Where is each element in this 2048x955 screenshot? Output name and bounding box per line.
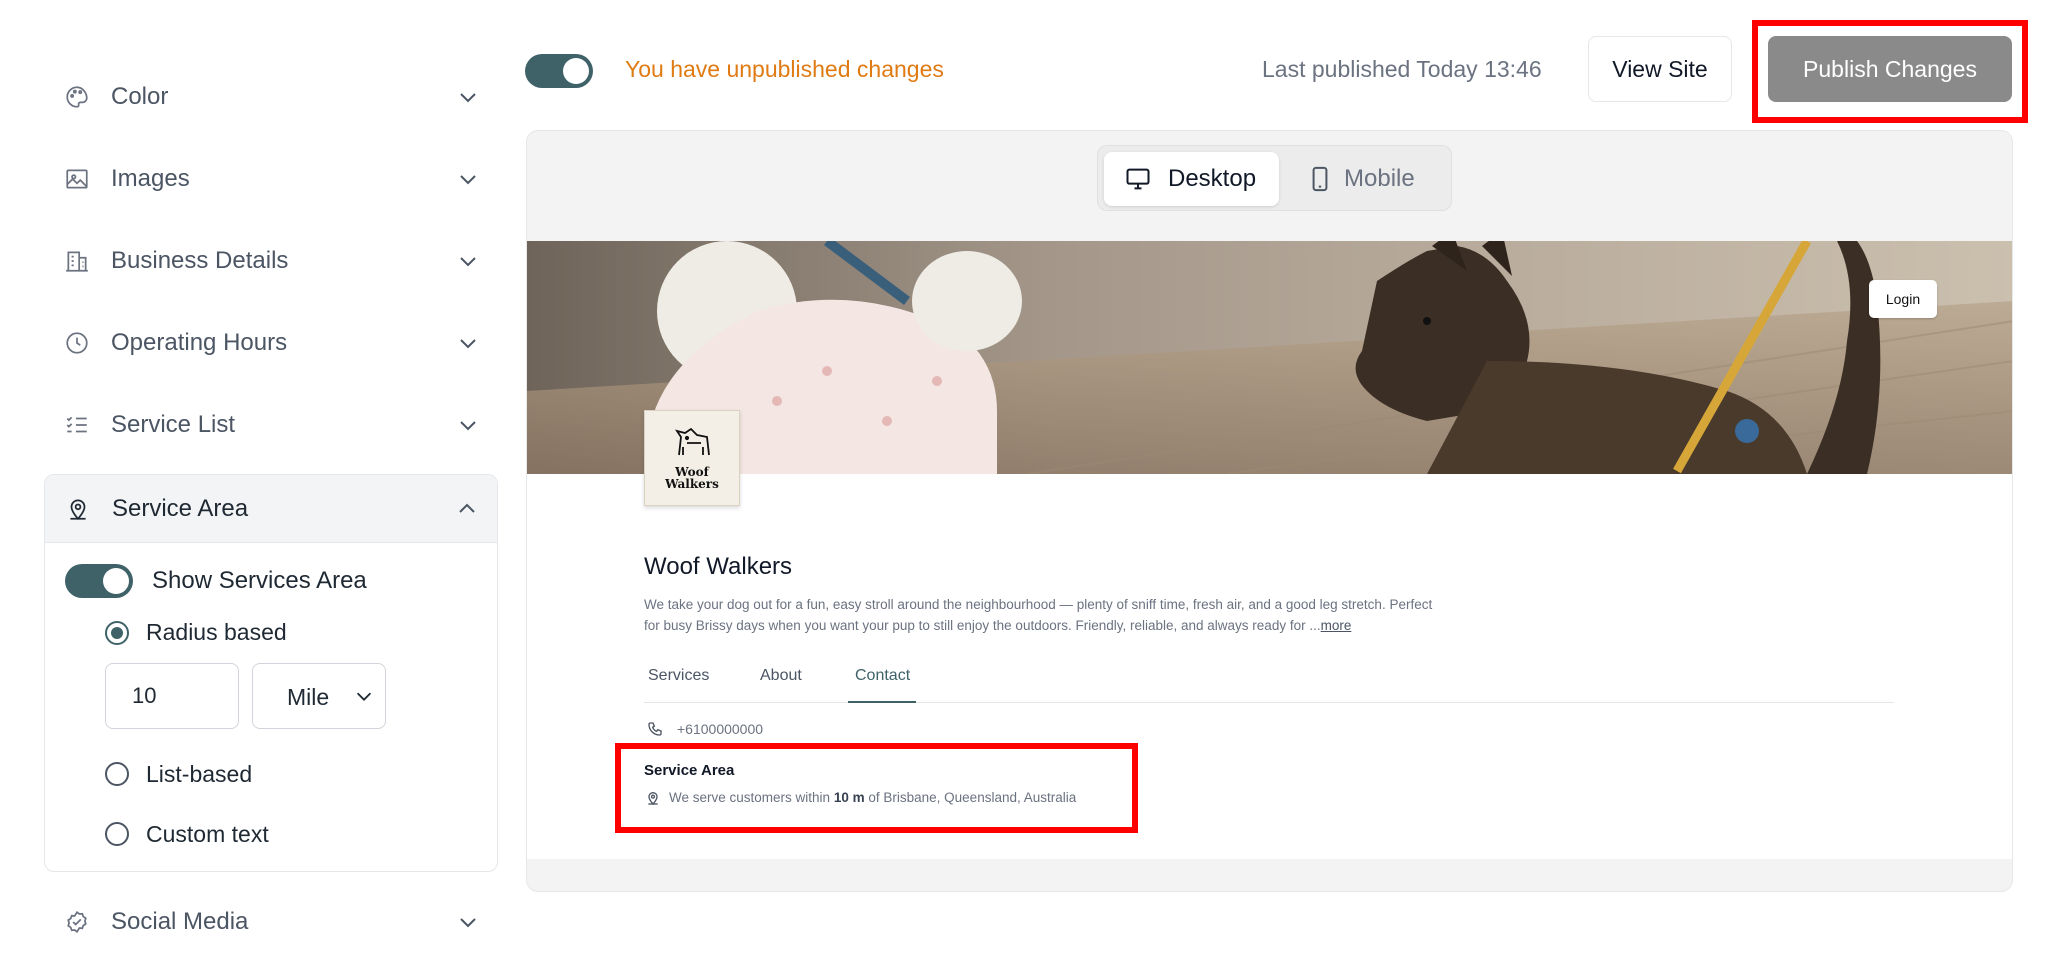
service-area-prefix: We serve customers within xyxy=(669,790,831,805)
tab-contact[interactable]: Contact xyxy=(855,667,910,685)
show-service-area-toggle[interactable] xyxy=(65,564,133,598)
clock-icon xyxy=(66,332,88,354)
smartphone-icon xyxy=(1312,166,1328,192)
hero-image xyxy=(527,241,2012,474)
custom-text-label: Custom text xyxy=(146,821,269,847)
sidebar-section-label: Service Area xyxy=(112,495,249,522)
sidebar-section-business-details[interactable]: Business Details xyxy=(44,228,498,294)
chevron-down-icon xyxy=(460,421,476,431)
sidebar-section-operating-hours[interactable]: Operating Hours xyxy=(44,310,498,376)
tab-about[interactable]: About xyxy=(760,667,802,685)
sidebar-section-social-media[interactable]: Social Media xyxy=(44,889,498,955)
service-area-panel: Service Area Show Services Area Radius b… xyxy=(44,474,498,872)
phone-number: +6100000000 xyxy=(677,721,764,737)
business-name: Woof Walkers xyxy=(644,553,793,580)
dog-logo-icon xyxy=(674,427,710,456)
active-tab-indicator xyxy=(848,701,916,703)
desktop-tab[interactable]: Desktop xyxy=(1104,152,1279,206)
mobile-tab[interactable]: Mobile xyxy=(1286,152,1446,206)
preview-toggle[interactable] xyxy=(525,54,593,88)
sidebar-section-label: Social Media xyxy=(111,908,249,935)
building-icon xyxy=(66,251,88,272)
sidebar-section-label: Service List xyxy=(111,411,236,438)
unpublished-changes-text: You have unpublished changes xyxy=(625,56,944,82)
desktop-tab-label: Desktop xyxy=(1168,165,1257,192)
sidebar-section-label: Images xyxy=(111,165,190,192)
description-line-1: We take your dog out for a fun, easy str… xyxy=(644,597,1433,612)
login-button[interactable]: Login xyxy=(1869,280,1937,318)
checklist-icon xyxy=(66,416,87,433)
chevron-down-icon xyxy=(460,918,476,928)
list-based-radio[interactable] xyxy=(105,762,129,786)
chevron-down-icon xyxy=(460,339,476,349)
device-switcher: Desktop Mobile xyxy=(1097,145,1452,211)
toggle-knob xyxy=(563,58,589,84)
radius-based-label: Radius based xyxy=(146,619,287,645)
description-line-2-text: for busy Brissy days when you want your … xyxy=(644,618,1321,633)
sidebar-section-service-list[interactable]: Service List xyxy=(44,392,498,458)
monitor-icon xyxy=(1126,168,1150,190)
chevron-down-icon xyxy=(353,685,375,707)
chevron-down-icon xyxy=(460,257,476,267)
phone-icon xyxy=(648,722,662,736)
service-area-suffix: of Brisbane, Queensland, Australia xyxy=(868,790,1077,805)
business-logo: Woof Walkers xyxy=(644,410,740,506)
show-service-area-label: Show Services Area xyxy=(152,567,367,594)
logo-text-line-2: Walkers xyxy=(665,477,719,491)
radius-based-radio[interactable] xyxy=(105,621,129,645)
sidebar-section-service-area[interactable]: Service Area xyxy=(45,475,497,543)
badge-check-icon xyxy=(67,911,87,933)
sidebar-section-images[interactable]: Images xyxy=(44,146,498,212)
list-based-label: List-based xyxy=(146,761,253,787)
description-line-2: for busy Brissy days when you want your … xyxy=(644,615,1524,636)
custom-text-radio[interactable] xyxy=(105,822,129,846)
chevron-down-icon xyxy=(460,175,476,185)
business-description: We take your dog out for a fun, easy str… xyxy=(644,594,1524,636)
palette-icon xyxy=(66,86,88,108)
sidebar-section-label: Color xyxy=(111,83,169,110)
more-link[interactable]: more xyxy=(1321,618,1352,633)
map-pin-icon xyxy=(648,792,658,805)
sidebar-section-label: Operating Hours xyxy=(111,329,288,356)
view-site-button[interactable]: View Site xyxy=(1588,36,1732,102)
radius-unit-value: Mile xyxy=(287,684,330,710)
chevron-up-icon xyxy=(459,503,475,513)
tab-services[interactable]: Services xyxy=(648,667,709,685)
service-area-description: We serve customers within 10 m of Brisba… xyxy=(669,790,1076,805)
radius-unit-select[interactable]: Mile xyxy=(252,663,386,729)
chevron-down-icon xyxy=(460,93,476,103)
site-tabs: Services About Contact xyxy=(644,659,1894,703)
sidebar-section-color[interactable]: Color xyxy=(44,64,498,130)
mobile-tab-label: Mobile xyxy=(1344,165,1415,192)
service-area-heading: Service Area xyxy=(644,762,735,779)
site-preview: Desktop Mobile Login Woof Walkers Woof W… xyxy=(526,130,2013,892)
map-pin-icon xyxy=(70,499,86,521)
website-page: Login Woof Walkers Woof Walkers We take … xyxy=(527,241,2012,889)
last-published-text: Last published Today 13:46 xyxy=(1262,56,1542,82)
radius-value-input[interactable] xyxy=(105,663,239,729)
preview-footer-strip xyxy=(527,859,2012,889)
highlight-box-service-area xyxy=(615,743,1138,833)
image-icon xyxy=(66,169,88,189)
toggle-knob xyxy=(103,568,129,594)
sidebar-section-label: Business Details xyxy=(111,247,289,274)
publish-changes-button[interactable]: Publish Changes xyxy=(1768,36,2012,102)
service-area-distance: 10 m xyxy=(833,790,865,805)
